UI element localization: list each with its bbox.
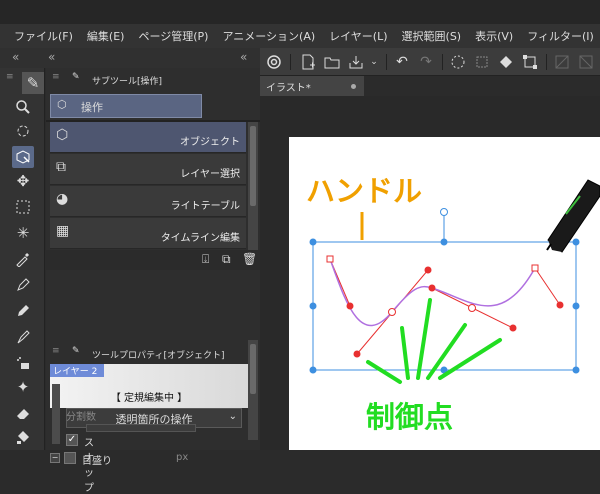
- expand-collapse-icon[interactable]: −: [50, 453, 60, 463]
- tool-operation-icon[interactable]: [12, 146, 34, 168]
- tool-zoom-icon[interactable]: [12, 96, 34, 118]
- light-table-icon: ◕: [56, 191, 69, 207]
- panel-grip-icon: ≡: [52, 346, 60, 356]
- subtool-title: サブツール[操作]: [92, 77, 163, 87]
- panel-grip-icon: ≡: [52, 72, 60, 82]
- subtool-item-timeline[interactable]: ▦ タイムライン編集: [50, 218, 246, 249]
- tool-decoration-icon[interactable]: ✦: [12, 376, 34, 398]
- handle-annotation: ハンドル: [306, 174, 423, 208]
- subtool-group-tab[interactable]: ⬡ 操作: [50, 94, 202, 118]
- chevron-down-icon: ⌄: [228, 411, 237, 422]
- scale-row[interactable]: − 目盛り px: [46, 450, 246, 468]
- rotation-handle[interactable]: [440, 208, 448, 216]
- timeline-edit-icon: ▦: [56, 223, 70, 239]
- tool-fill-icon[interactable]: [12, 426, 34, 448]
- scale-unit: px: [176, 452, 189, 463]
- subtool-item-label: オブジェクト: [180, 137, 240, 148]
- subtool-item-object[interactable]: ⬡ オブジェクト: [50, 122, 246, 153]
- scrollbar-thumb[interactable]: [250, 344, 256, 394]
- anchor-point[interactable]: [326, 255, 334, 263]
- subtool-delete-icon[interactable]: 🗑: [242, 252, 257, 266]
- operation-group-icon: ⬡: [57, 98, 67, 111]
- toolbox: ≡ ✎ ✥ ✳ ✦: [0, 68, 45, 450]
- control-handle-lines: [329, 258, 561, 355]
- subtool-header-icon: ✎: [72, 72, 80, 82]
- tool-rotate-icon[interactable]: [12, 120, 34, 142]
- layer-preview: レイヤー 2 【 定規編集中 】: [50, 364, 248, 408]
- anchor-point[interactable]: [531, 264, 539, 272]
- tool-property-icon: ✎: [72, 346, 80, 356]
- scale-label: 目盛り: [82, 456, 112, 467]
- control-points[interactable]: [346, 266, 564, 358]
- layer-select-icon: ⧉: [56, 159, 66, 175]
- scale-checkbox[interactable]: [64, 452, 76, 464]
- control-points-annotation: 制御点: [366, 400, 454, 434]
- divisions-label: 分割数: [66, 412, 96, 423]
- subtool-item-layer-select[interactable]: ⧉ レイヤー選択: [50, 154, 246, 185]
- property-scrollbar[interactable]: [248, 340, 258, 440]
- edit-status: 【 定規編集中 】: [110, 393, 188, 404]
- tool-move-icon[interactable]: ✥: [12, 170, 34, 192]
- object-arrow-icon: ⬡: [56, 127, 69, 143]
- tool-property-header: ≡ ✎ ツールプロパティ[オブジェクト]: [46, 346, 260, 364]
- divisions-slider[interactable]: [86, 424, 196, 432]
- tool-airbrush-icon[interactable]: [12, 352, 34, 374]
- tool-brush-icon[interactable]: [12, 326, 34, 348]
- toolbox-grip-icon: ≡: [6, 72, 14, 82]
- subtool-scrollbar[interactable]: [248, 122, 258, 250]
- subtool-duplicate-icon[interactable]: ⧉: [222, 252, 231, 267]
- subtool-item-label: レイヤー選択: [180, 169, 240, 180]
- tool-pen-icon[interactable]: [12, 274, 34, 296]
- subtool-group-label: 操作: [81, 101, 103, 114]
- subtool-export-icon[interactable]: ⍗: [202, 252, 209, 267]
- subtool-header: ≡ ✎ サブツール[操作]: [46, 72, 260, 90]
- tool-selection-icon[interactable]: [12, 196, 34, 218]
- subtool-footer: ⍗ ⧉ 🗑: [46, 250, 260, 270]
- bezier-curve[interactable]: [329, 258, 536, 327]
- tool-pencil-icon[interactable]: [12, 300, 34, 322]
- subtool-panel: ≡ ✎ サブツール[操作] ⬡ 操作 ⬡ オブジェクト ⧉ レイヤー選択 ◕ ラ…: [46, 68, 260, 494]
- subtool-item-label: タイムライン編集: [160, 233, 240, 244]
- tool-property-title: ツールプロパティ[オブジェクト]: [92, 351, 225, 361]
- snap-checkbox[interactable]: ✓: [66, 434, 78, 446]
- curve-point[interactable]: [468, 304, 476, 312]
- subtool-item-label: ライトテーブル: [170, 201, 240, 212]
- subtool-item-light-table[interactable]: ◕ ライトテーブル: [50, 186, 246, 217]
- property-side-bar: [52, 384, 60, 444]
- curve-point[interactable]: [388, 308, 396, 316]
- tool-auto-select-icon[interactable]: ✳: [12, 222, 34, 244]
- layer-name-badge: レイヤー 2: [50, 364, 104, 377]
- tool-eyedropper-icon[interactable]: [12, 248, 34, 270]
- tool-eraser-icon[interactable]: [12, 402, 34, 424]
- scrollbar-thumb[interactable]: [250, 126, 256, 206]
- tool-pen-settings-icon[interactable]: ✎: [22, 72, 44, 94]
